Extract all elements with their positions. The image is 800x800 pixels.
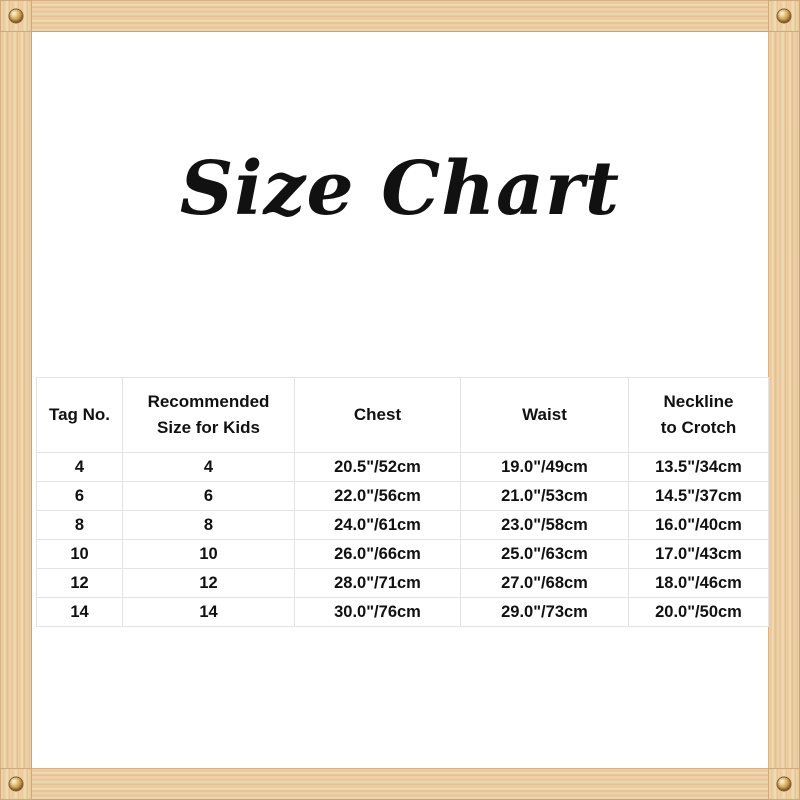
table-row: 12 12 28.0"/71cm 27.0"/68cm 18.0"/46cm bbox=[36, 568, 769, 598]
cell-recommended-size: 6 bbox=[122, 481, 295, 511]
cell-recommended-size: 4 bbox=[122, 452, 295, 482]
cell-chest: 30.0"/76cm bbox=[294, 597, 461, 627]
cell-neckline-to-crotch: 20.0"/50cm bbox=[628, 597, 769, 627]
column-header-line: Recommended bbox=[147, 392, 270, 411]
frame-rail-bottom bbox=[0, 768, 800, 800]
table-row: 4 4 20.5"/52cm 19.0"/49cm 13.5"/34cm bbox=[36, 452, 769, 482]
frame-rail-right bbox=[768, 0, 800, 800]
column-header-tag-no: Tag No. bbox=[36, 377, 123, 453]
chart-canvas: Size Chart Tag No. Recommended Size for … bbox=[32, 32, 769, 768]
cell-recommended-size: 12 bbox=[122, 568, 295, 598]
size-chart-table-wrap: Tag No. Recommended Size for Kids Chest … bbox=[36, 377, 769, 627]
table-row: 14 14 30.0"/76cm 29.0"/73cm 20.0"/50cm bbox=[36, 597, 769, 627]
column-header-chest: Chest bbox=[294, 377, 461, 453]
cell-tag-no: 10 bbox=[36, 539, 123, 569]
cell-tag-no: 8 bbox=[36, 510, 123, 540]
column-header-line: to Crotch bbox=[660, 418, 737, 437]
column-header-line: Size for Kids bbox=[157, 418, 260, 437]
column-header-waist: Waist bbox=[460, 377, 629, 453]
column-header-line: Tag No. bbox=[48, 405, 111, 424]
cell-tag-no: 14 bbox=[36, 597, 123, 627]
cell-neckline-to-crotch: 16.0"/40cm bbox=[628, 510, 769, 540]
column-header-line: Neckline bbox=[663, 392, 734, 411]
cell-waist: 27.0"/68cm bbox=[460, 568, 629, 598]
frame-corner-top-left bbox=[0, 0, 32, 32]
table-header: Tag No. Recommended Size for Kids Chest … bbox=[36, 377, 769, 453]
cell-chest: 20.5"/52cm bbox=[294, 452, 461, 482]
size-chart-table: Tag No. Recommended Size for Kids Chest … bbox=[36, 377, 769, 627]
screw-icon bbox=[777, 9, 791, 23]
screw-icon bbox=[9, 9, 23, 23]
cell-waist: 25.0"/63cm bbox=[460, 539, 629, 569]
table-header-row: Tag No. Recommended Size for Kids Chest … bbox=[36, 377, 769, 453]
cell-neckline-to-crotch: 14.5"/37cm bbox=[628, 481, 769, 511]
cell-waist: 19.0"/49cm bbox=[460, 452, 629, 482]
frame-corner-bottom-right bbox=[768, 768, 800, 800]
column-header-line: Waist bbox=[522, 405, 567, 424]
table-body: 4 4 20.5"/52cm 19.0"/49cm 13.5"/34cm 6 6… bbox=[36, 452, 769, 627]
table-row: 10 10 26.0"/66cm 25.0"/63cm 17.0"/43cm bbox=[36, 539, 769, 569]
cell-neckline-to-crotch: 13.5"/34cm bbox=[628, 452, 769, 482]
page-title: Size Chart bbox=[179, 146, 621, 232]
column-header-neckline-to-crotch: Neckline to Crotch bbox=[628, 377, 769, 453]
cell-waist: 23.0"/58cm bbox=[460, 510, 629, 540]
cell-recommended-size: 14 bbox=[122, 597, 295, 627]
frame-rail-top bbox=[0, 0, 800, 32]
screw-icon bbox=[777, 777, 791, 791]
frame-corner-top-right bbox=[768, 0, 800, 32]
cell-neckline-to-crotch: 17.0"/43cm bbox=[628, 539, 769, 569]
screw-icon bbox=[9, 777, 23, 791]
column-header-line: Chest bbox=[353, 405, 402, 424]
column-header-recommended-size: Recommended Size for Kids bbox=[122, 377, 295, 453]
cell-neckline-to-crotch: 18.0"/46cm bbox=[628, 568, 769, 598]
cell-waist: 21.0"/53cm bbox=[460, 481, 629, 511]
cell-tag-no: 6 bbox=[36, 481, 123, 511]
cell-waist: 29.0"/73cm bbox=[460, 597, 629, 627]
cell-tag-no: 4 bbox=[36, 452, 123, 482]
frame-corner-bottom-left bbox=[0, 768, 32, 800]
size-chart-page: Size Chart Tag No. Recommended Size for … bbox=[0, 0, 800, 800]
cell-chest: 24.0"/61cm bbox=[294, 510, 461, 540]
table-row: 8 8 24.0"/61cm 23.0"/58cm 16.0"/40cm bbox=[36, 510, 769, 540]
cell-chest: 22.0"/56cm bbox=[294, 481, 461, 511]
frame-rail-left bbox=[0, 0, 32, 800]
cell-chest: 26.0"/66cm bbox=[294, 539, 461, 569]
cell-chest: 28.0"/71cm bbox=[294, 568, 461, 598]
table-row: 6 6 22.0"/56cm 21.0"/53cm 14.5"/37cm bbox=[36, 481, 769, 511]
cell-recommended-size: 8 bbox=[122, 510, 295, 540]
cell-tag-no: 12 bbox=[36, 568, 123, 598]
cell-recommended-size: 10 bbox=[122, 539, 295, 569]
